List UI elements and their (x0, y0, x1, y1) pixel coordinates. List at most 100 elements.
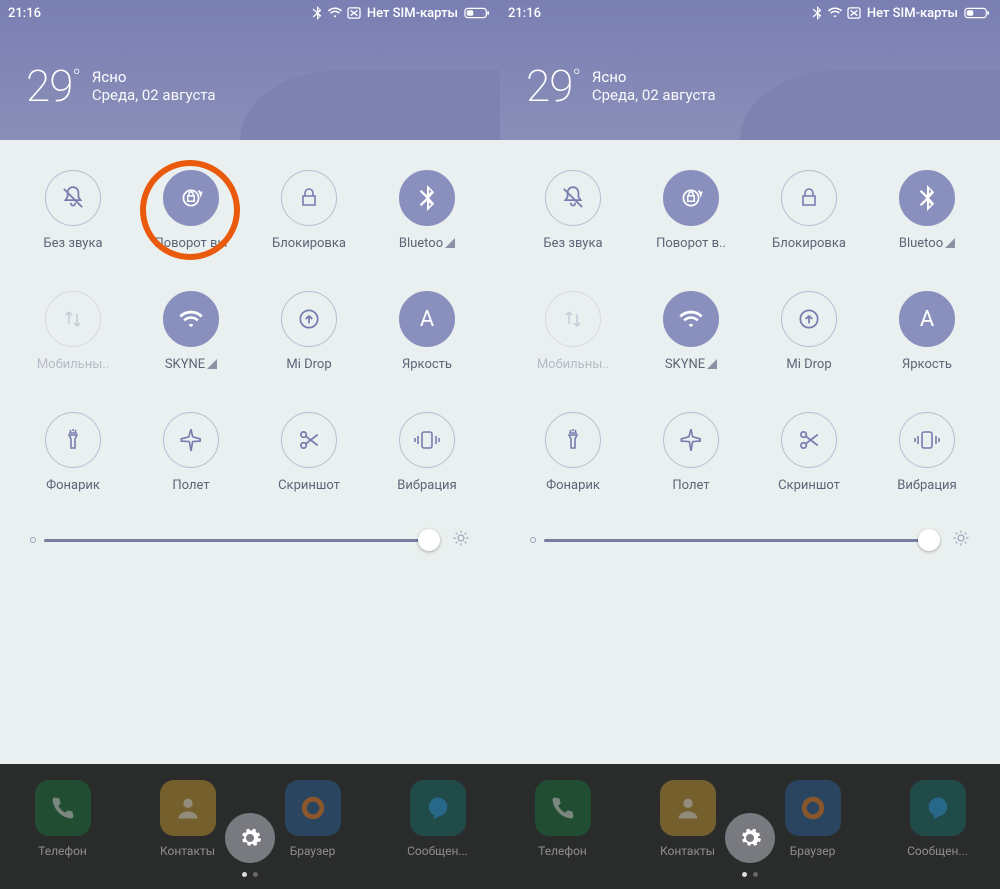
person-icon (174, 794, 202, 822)
brightness-auto-icon: A (899, 291, 955, 347)
signal-triangle-icon (945, 238, 955, 248)
battery-icon (464, 7, 490, 19)
toggle-midrop[interactable]: Mi Drop (750, 291, 868, 372)
phone-screenshot-left: 21:16 Нет SIM-карты 29° Ясно Среда, 02 а… (0, 0, 500, 889)
brightness-slider[interactable] (44, 539, 438, 542)
weather-widget[interactable]: 29° Ясно Среда, 02 августа (526, 60, 716, 112)
lock-icon (297, 186, 321, 210)
toggle-rotate[interactable]: Поворот в.. (632, 170, 750, 251)
brightness-min-icon (530, 537, 536, 543)
vibrate-icon (913, 429, 941, 451)
app-messages[interactable]: Сообщен... (893, 780, 983, 858)
midrop-icon (796, 306, 822, 332)
toggle-midrop[interactable]: Mi Drop (250, 291, 368, 372)
no-sim-icon (347, 7, 361, 19)
signal-triangle-icon (207, 359, 217, 369)
toggle-lock[interactable]: Блокировка (750, 170, 868, 251)
toggle-flashlight[interactable]: Фонарик (514, 412, 632, 493)
toggle-airplane[interactable]: Полет (132, 412, 250, 493)
clock: 21:16 (508, 6, 541, 21)
quick-settings-grid: Без звука Поворот вы Блокировка Bluetoo … (0, 140, 500, 503)
brightness-auto-icon: A (399, 291, 455, 347)
bluetooth-icon (916, 185, 938, 211)
bell-off-icon (560, 185, 586, 211)
toggle-wifi[interactable]: SKYNE (632, 291, 750, 372)
phone-screenshot-right: 21:16 Нет SIM-карты 29° Ясно Среда, 02 а… (500, 0, 1000, 889)
toggle-bluetooth[interactable]: Bluetoo (368, 170, 486, 251)
gear-icon (238, 826, 262, 850)
toggle-brightness-auto[interactable]: AЯркость (868, 291, 986, 372)
app-phone[interactable]: Телефон (18, 780, 108, 858)
notification-header: 21:16 Нет SIM-карты 29° Ясно Среда, 02 а… (500, 0, 1000, 140)
chat-icon (424, 794, 452, 822)
weather-date: Среда, 02 августа (92, 86, 216, 104)
settings-button[interactable] (225, 813, 275, 863)
scissors-icon (796, 427, 822, 453)
brightness-min-icon (30, 537, 36, 543)
no-sim-icon (847, 7, 861, 19)
toggle-airplane[interactable]: Полет (632, 412, 750, 493)
signal-triangle-icon (445, 238, 455, 248)
bluetooth-status-icon (311, 6, 323, 20)
brightness-slider[interactable] (544, 539, 938, 542)
midrop-icon (296, 306, 322, 332)
person-icon (674, 794, 702, 822)
weather-date: Среда, 02 августа (592, 86, 716, 104)
brightness-thumb[interactable] (418, 529, 440, 551)
weather-condition: Ясно (592, 68, 716, 86)
brightness-thumb[interactable] (918, 529, 940, 551)
toggle-flashlight[interactable]: Фонарик (14, 412, 132, 493)
status-bar: 21:16 Нет SIM-карты (500, 0, 1000, 26)
toggle-mobile-data[interactable]: Мобильны.. (514, 291, 632, 372)
toggle-bluetooth[interactable]: Bluetoo (868, 170, 986, 251)
bluetooth-status-icon (811, 6, 823, 20)
battery-icon (964, 7, 990, 19)
app-messages[interactable]: Сообщен... (393, 780, 483, 858)
quick-settings-grid: Без звука Поворот в.. Блокировка Bluetoo… (500, 140, 1000, 503)
bell-off-icon (60, 185, 86, 211)
toggle-mute[interactable]: Без звука (14, 170, 132, 251)
toggle-lock[interactable]: Блокировка (250, 170, 368, 251)
app-browser[interactable]: Браузер (768, 780, 858, 858)
scissors-icon (296, 427, 322, 453)
notification-header: 21:16 Нет SIM-карты 29° Ясно Среда, 02 а… (0, 0, 500, 140)
toggle-screenshot[interactable]: Скриншот (250, 412, 368, 493)
wifi-status-icon (327, 7, 343, 19)
flashlight-icon (561, 427, 585, 453)
settings-button[interactable] (725, 813, 775, 863)
app-contacts[interactable]: Контакты (143, 780, 233, 858)
toggle-rotate[interactable]: Поворот вы (132, 170, 250, 251)
gear-icon (738, 826, 762, 850)
weather-widget[interactable]: 29° Ясно Среда, 02 августа (26, 60, 216, 112)
toggle-brightness-auto[interactable]: A Яркость (368, 291, 486, 372)
toggle-mute[interactable]: Без звука (514, 170, 632, 251)
app-phone[interactable]: Телефон (518, 780, 608, 858)
brightness-max-icon (452, 529, 470, 551)
airplane-icon (678, 427, 704, 453)
globe-icon (798, 793, 828, 823)
lock-icon (797, 186, 821, 210)
page-indicator (742, 872, 758, 877)
brightness-slider-row (500, 503, 1000, 581)
page-indicator (242, 872, 258, 877)
toggle-vibrate[interactable]: Вибрация (868, 412, 986, 493)
toggle-screenshot[interactable]: Скриншот (750, 412, 868, 493)
data-arrows-icon (561, 307, 585, 331)
wifi-icon (677, 308, 705, 330)
toggle-wifi[interactable]: SKYNE (132, 291, 250, 372)
status-bar: 21:16 Нет SIM-карты (0, 0, 500, 26)
toggle-mobile-data[interactable]: Мобильны.. (14, 291, 132, 372)
rotate-lock-icon (678, 185, 704, 211)
brightness-slider-row (0, 503, 500, 581)
chat-icon (924, 794, 952, 822)
globe-icon (298, 793, 328, 823)
data-arrows-icon (61, 307, 85, 331)
app-contacts[interactable]: Контакты (643, 780, 733, 858)
wifi-status-icon (827, 7, 843, 19)
toggle-vibrate[interactable]: Вибрация (368, 412, 486, 493)
app-browser[interactable]: Браузер (268, 780, 358, 858)
clock: 21:16 (8, 6, 41, 21)
no-sim-label: Нет SIM-карты (867, 6, 958, 21)
phone-icon (549, 794, 577, 822)
rotate-lock-icon (178, 185, 204, 211)
